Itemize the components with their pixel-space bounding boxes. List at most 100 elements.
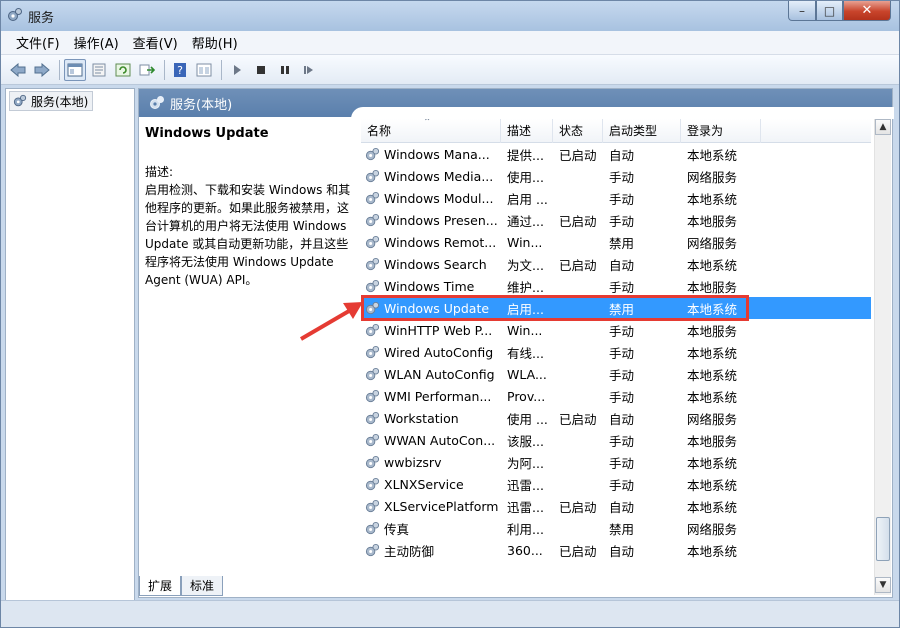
table-row[interactable]: Workstation 使用 ... 已启动 自动 网络服务: [361, 407, 871, 429]
cell-status: 已启动: [559, 411, 597, 427]
cell-name: WLAN AutoConfig: [361, 367, 501, 382]
title-bar[interactable]: 服务 – □ ✕: [1, 1, 899, 31]
table-row[interactable]: WWAN AutoCon... 该服... 手动 本地服务: [361, 429, 871, 451]
column-status[interactable]: 状态: [553, 119, 603, 143]
table-row[interactable]: Windows Remot... Win... 禁用 网络服务: [361, 231, 871, 253]
column-startup-type[interactable]: 启动类型: [603, 119, 681, 143]
cell-startup-type: 手动: [609, 191, 635, 207]
table-row[interactable]: 传真 利用... 禁用 网络服务: [361, 517, 871, 539]
cell-name: XLServicePlatform: [361, 499, 501, 514]
cell-logon-as: 本地系统: [687, 301, 738, 317]
vertical-scrollbar[interactable]: ▲ ▼: [874, 119, 891, 595]
details-icon[interactable]: [193, 59, 215, 81]
description-text: 启用检测、下载和安装 Windows 和其他程序的更新。如果此服务被禁用，这台计…: [145, 183, 351, 287]
cell-name: WinHTTP Web P...: [361, 323, 501, 338]
console-tree-icon[interactable]: [64, 58, 86, 81]
service-name: Windows Remot...: [384, 234, 497, 250]
tab-standard[interactable]: 标准: [181, 576, 224, 596]
table-row[interactable]: WMI Performan... Prov... 手动 本地系统: [361, 385, 871, 407]
cell-logon-as: 网络服务: [687, 411, 738, 427]
cell-startup-type: 手动: [609, 367, 635, 383]
export-icon[interactable]: [136, 59, 158, 81]
cell-description: 提供...: [507, 147, 544, 163]
column-description[interactable]: 描述: [501, 119, 553, 143]
table-row[interactable]: Windows Modul... 启用 ... 手动 本地系统: [361, 187, 871, 209]
table-row[interactable]: WLAN AutoConfig WLA... 手动 本地系统: [361, 363, 871, 385]
cell-name: Windows Time: [361, 279, 501, 294]
table-row[interactable]: wwbizsrv 为阿... 手动 本地系统: [361, 451, 871, 473]
cell-description: WLA...: [507, 366, 547, 382]
table-row[interactable]: Windows Presen... 通过... 已启动 手动 本地服务: [361, 209, 871, 231]
menu-help[interactable]: 帮助(H): [185, 31, 245, 54]
cell-description: 迅雷...: [507, 477, 544, 493]
table-row[interactable]: XLNXService 迅雷... 手动 本地系统: [361, 473, 871, 495]
table-row[interactable]: Windows Time 维护... 手动 本地服务: [361, 275, 871, 297]
cell-startup-type: 手动: [609, 477, 635, 493]
cell-startup-type: 手动: [609, 213, 635, 229]
table-row[interactable]: Windows Media... 使用... 手动 网络服务: [361, 165, 871, 187]
table-row[interactable]: 主动防御 360... 已启动 自动 本地系统: [361, 539, 871, 561]
menu-file[interactable]: 文件(F): [9, 31, 67, 54]
service-gear-icon: [365, 367, 380, 380]
cell-description: 有线...: [507, 345, 544, 361]
table-row[interactable]: Windows Mana... 提供... 已启动 自动 本地系统: [361, 143, 871, 165]
menu-view[interactable]: 查看(V): [126, 31, 185, 54]
scroll-thumb[interactable]: [876, 517, 890, 561]
close-button[interactable]: ✕: [843, 1, 891, 21]
tree-item-services-local[interactable]: 服务(本地): [9, 91, 94, 111]
cell-startup-type: 禁用: [609, 235, 635, 251]
refresh-icon[interactable]: [112, 59, 134, 81]
table-row[interactable]: Windows Search 为文... 已启动 自动 本地系统: [361, 253, 871, 275]
service-rows: Windows Mana... 提供... 已启动自动 本地系统 Windows Med…: [361, 143, 871, 561]
menu-bar: 文件(F) 操作(A) 查看(V) 帮助(H): [1, 31, 899, 55]
pause-icon[interactable]: [274, 59, 296, 81]
column-name[interactable]: 名称 ⌃: [361, 119, 501, 143]
help-icon[interactable]: ?: [169, 59, 191, 81]
service-gear-icon: [365, 279, 380, 292]
table-row[interactable]: Windows Update 启用... 禁用 本地系统: [361, 297, 871, 319]
service-name: wwbizsrv: [384, 454, 442, 470]
cell-startup-type: 自动: [609, 499, 635, 515]
cell-description: 该服...: [507, 433, 544, 449]
properties-icon[interactable]: [88, 59, 110, 81]
service-gear-icon: [365, 191, 380, 204]
cell-name: Windows Update: [361, 301, 501, 316]
table-row[interactable]: WinHTTP Web P... Win... 手动 本地服务: [361, 319, 871, 341]
cell-logon-as: 本地系统: [687, 345, 738, 361]
svg-text:?: ?: [177, 64, 183, 77]
service-gear-icon: [365, 433, 380, 446]
cell-logon-as: 本地系统: [687, 455, 738, 471]
service-name: Windows Update: [384, 300, 490, 316]
maximize-button[interactable]: □: [816, 1, 843, 21]
service-name: XLServicePlatform: [384, 498, 499, 514]
service-name: 主动防御: [384, 543, 435, 559]
toolbar: ?: [1, 55, 899, 85]
cell-logon-as: 网络服务: [687, 521, 738, 537]
play-icon[interactable]: [226, 59, 248, 81]
status-bar: [1, 600, 899, 627]
back-icon[interactable]: [7, 59, 29, 81]
cell-startup-type: 禁用: [609, 521, 635, 537]
menu-action[interactable]: 操作(A): [67, 31, 126, 54]
resume-icon[interactable]: [298, 59, 320, 81]
tab-extended[interactable]: 扩展: [139, 576, 182, 596]
cell-startup-type: 手动: [609, 433, 635, 449]
window-title: 服务: [28, 11, 55, 26]
service-gear-icon: [365, 323, 380, 336]
service-name: Windows Presen...: [384, 212, 498, 228]
cell-description: 启用...: [507, 301, 544, 317]
pane-header: 服务(本地): [139, 89, 894, 119]
services-gear-icon: [8, 8, 22, 21]
scroll-up-icon[interactable]: ▲: [875, 119, 891, 135]
tree-item-label: 服务(本地): [31, 94, 89, 109]
red-arrow-annotation: [299, 302, 363, 341]
table-row[interactable]: XLServicePlatform 迅雷... 已启动 自动 本地系统: [361, 495, 871, 517]
cell-name: Workstation: [361, 411, 501, 426]
minimize-button[interactable]: –: [788, 1, 816, 21]
forward-icon[interactable]: [31, 59, 53, 81]
column-logon-as[interactable]: 登录为: [681, 119, 761, 143]
table-row[interactable]: Wired AutoConfig 有线... 手动 本地系统: [361, 341, 871, 363]
scroll-down-icon[interactable]: ▼: [875, 577, 891, 593]
stop-icon[interactable]: [250, 59, 272, 81]
service-name: Windows Mana...: [384, 146, 490, 162]
